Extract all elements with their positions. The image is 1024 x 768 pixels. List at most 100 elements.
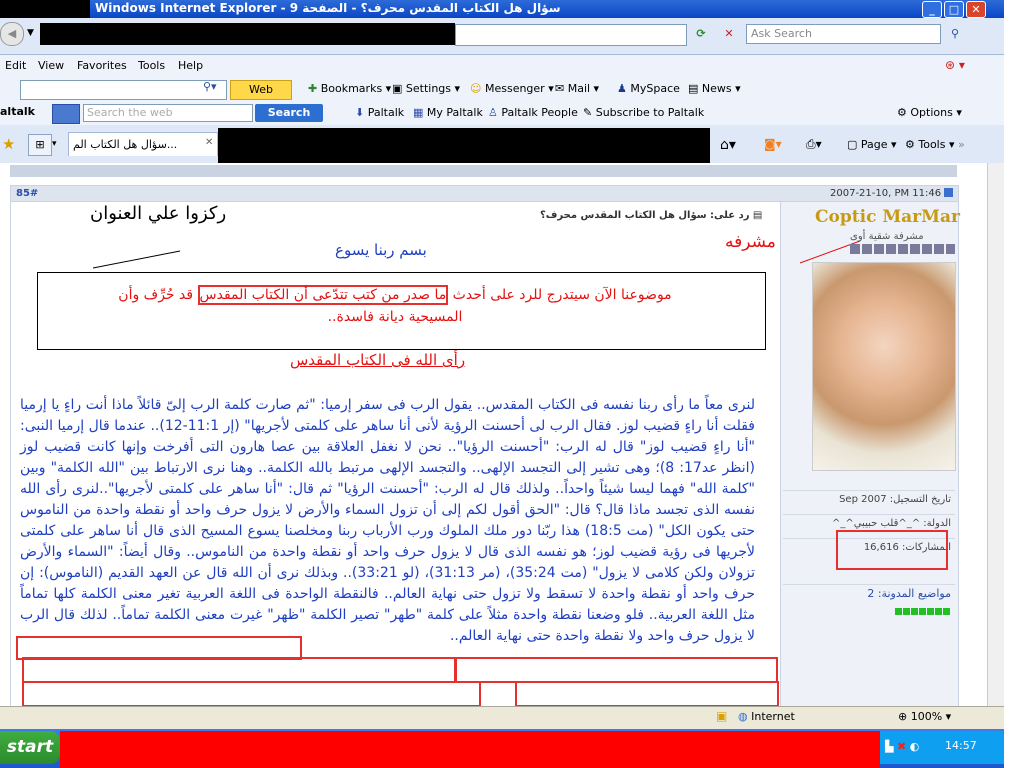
paltalk-search-input[interactable]: Search the web xyxy=(83,104,253,122)
zone-indicator[interactable]: ◍ Internet xyxy=(738,710,795,723)
maximize-button[interactable]: □ xyxy=(944,1,964,18)
toolbar-extension-icon[interactable]: ⊛ ▾ xyxy=(945,58,965,72)
chevron-right-icon[interactable]: » xyxy=(958,138,965,151)
zone-label: Internet xyxy=(751,710,795,723)
status-bar xyxy=(0,706,1004,729)
settings-icon: ▣ xyxy=(392,82,403,95)
menu-help[interactable]: Help xyxy=(178,59,203,72)
intro-text-part: موضوعنا الآن سيتدرج للرد على أحدث xyxy=(448,287,672,303)
gear-icon: ⚙ xyxy=(905,138,915,151)
screen-margin xyxy=(1004,0,1024,768)
refresh-icon[interactable]: ⟳ xyxy=(690,24,712,44)
volume-icon: ◐ xyxy=(909,740,920,753)
news-button[interactable]: ▤ News ▾ xyxy=(688,82,741,95)
avatar xyxy=(812,262,956,471)
tray-icons[interactable]: ▙ ✖ ◐ xyxy=(885,740,919,753)
intro-text-line2: المسيحية ديانة فاسدة.. xyxy=(327,309,463,325)
page-icon: ▢ xyxy=(847,138,858,151)
window-title: Windows Internet Explorer - سؤال هل الكت… xyxy=(95,1,561,15)
reputation-bar xyxy=(895,608,950,615)
menu-tools[interactable]: Tools xyxy=(138,59,165,72)
highlight-box xyxy=(515,681,779,707)
network-icon: ▙ xyxy=(885,740,894,753)
intro-highlight: ما صدر من كتب تتدّعى أن الكتاب المقدس xyxy=(197,285,449,305)
section-heading: رأى الله فى الكتاب المقدس xyxy=(290,351,466,369)
toolbar-search-input[interactable] xyxy=(20,80,227,100)
zoom-control[interactable]: ⊕ 100% ▾ xyxy=(898,710,951,723)
history-dropdown-icon[interactable]: ▼ xyxy=(27,28,34,38)
close-button[interactable]: ✕ xyxy=(966,1,986,18)
clock: 14:57 xyxy=(945,739,977,752)
highlight-box xyxy=(22,681,481,707)
subscribe-label: Subscribe to Paltalk xyxy=(595,106,705,119)
redacted-area xyxy=(218,128,710,164)
myspace-button[interactable]: ♟ MySpace xyxy=(617,82,680,95)
subscribe-button[interactable]: ✎ Subscribe to Paltalk xyxy=(583,106,704,119)
quick-tabs-icon[interactable]: ⊞ xyxy=(28,134,52,156)
zoom-icon: ⊕ xyxy=(898,710,908,723)
mail-icon: ✉ xyxy=(555,82,565,95)
author-username[interactable]: Coptic MarMar xyxy=(815,207,960,227)
bookmarks-label: Bookmarks xyxy=(320,82,383,95)
globe-icon: ◍ xyxy=(738,710,748,723)
favorites-star-icon[interactable]: ★ xyxy=(2,135,15,153)
myspace-label: MySpace xyxy=(630,82,680,95)
my-paltalk-button[interactable]: ▦ My Paltalk xyxy=(413,106,483,119)
address-field-extension[interactable] xyxy=(455,24,687,46)
settings-button[interactable]: ▣ Settings ▾ xyxy=(392,82,460,95)
bookmarks-button[interactable]: ✚ Bookmarks ▾ xyxy=(308,82,391,95)
options-button[interactable]: ⚙ Options ▾ xyxy=(897,106,962,119)
messenger-button[interactable]: ☺ Messenger ▾ xyxy=(470,82,554,95)
tools-menu-label: Tools xyxy=(918,138,946,151)
ask-search-button[interactable]: Search xyxy=(255,104,323,122)
paltalk-people-button[interactable]: ♙ Paltalk People xyxy=(488,106,578,119)
settings-label: Settings xyxy=(405,82,452,95)
back-button[interactable]: ◀ xyxy=(0,22,24,46)
bookmark-icon: ✚ xyxy=(308,82,318,95)
annotation-arrow-line xyxy=(92,250,181,269)
paltalk-label: Paltalk xyxy=(367,106,405,119)
mail-label: Mail xyxy=(567,82,591,95)
globe-icon[interactable] xyxy=(52,104,80,124)
tab-list-dropdown-icon[interactable]: ▾ xyxy=(52,134,57,154)
zoom-label: 100% xyxy=(910,710,943,723)
minimize-button[interactable]: _ xyxy=(922,1,942,18)
highlight-box xyxy=(836,530,948,570)
messenger-label: Messenger xyxy=(484,82,545,95)
start-button[interactable]: start xyxy=(0,731,60,764)
tab-active[interactable]: سؤال هل الكتاب الم... xyxy=(68,132,218,156)
author-rank: مشرفة شقية أوى xyxy=(850,231,924,242)
feeds-icon[interactable]: ◙▾ xyxy=(764,137,782,151)
my-paltalk-label: My Paltalk xyxy=(426,106,483,119)
smiley-icon: ☺ xyxy=(470,82,482,95)
pen-icon: ✎ xyxy=(583,106,593,119)
page-menu[interactable]: ▢ Page ▾ xyxy=(847,138,897,151)
rank-stars xyxy=(850,244,955,254)
highlight-box xyxy=(455,657,778,683)
paltalk-button[interactable]: ⬇ Paltalk xyxy=(355,106,404,119)
tools-menu[interactable]: ⚙ Tools ▾ xyxy=(905,138,955,151)
home-icon[interactable]: ⌂▾ xyxy=(720,137,736,153)
author-join-date: تاريخ التسجيل: Sep 2007 xyxy=(783,490,955,508)
menu-edit[interactable]: Edit xyxy=(5,59,26,72)
search-input[interactable]: Ask Search xyxy=(746,24,941,44)
news-icon: ▤ xyxy=(688,82,699,95)
web-search-button[interactable]: Web Search xyxy=(230,80,292,114)
address-field[interactable] xyxy=(40,23,455,45)
intro-text: موضوعنا الآن سيتدرج للرد على أحدث ما صدر… xyxy=(45,284,745,328)
search-icon[interactable]: ⚲▾ xyxy=(203,80,217,93)
vertical-scrollbar[interactable] xyxy=(987,163,1005,706)
stop-icon[interactable]: ✕ xyxy=(718,24,740,44)
paltalk-people-label: Paltalk People xyxy=(501,106,578,119)
chat-icon: ▦ xyxy=(413,106,424,119)
gear-icon: ⚙ xyxy=(897,106,907,119)
search-icon[interactable]: ⚲ xyxy=(944,24,966,44)
mail-button[interactable]: ✉ Mail ▾ xyxy=(555,82,599,95)
tab-close-icon[interactable]: ✕ xyxy=(205,137,213,148)
print-icon[interactable]: ⎙▾ xyxy=(806,137,822,152)
paltalk-brand: altalk xyxy=(0,105,35,118)
menu-favorites[interactable]: Favorites xyxy=(77,59,127,72)
author-blog-topics[interactable]: مواضيع المدونة: 2 xyxy=(783,584,955,602)
security-alert-icon: ✖ xyxy=(896,740,907,753)
menu-view[interactable]: View xyxy=(38,59,64,72)
